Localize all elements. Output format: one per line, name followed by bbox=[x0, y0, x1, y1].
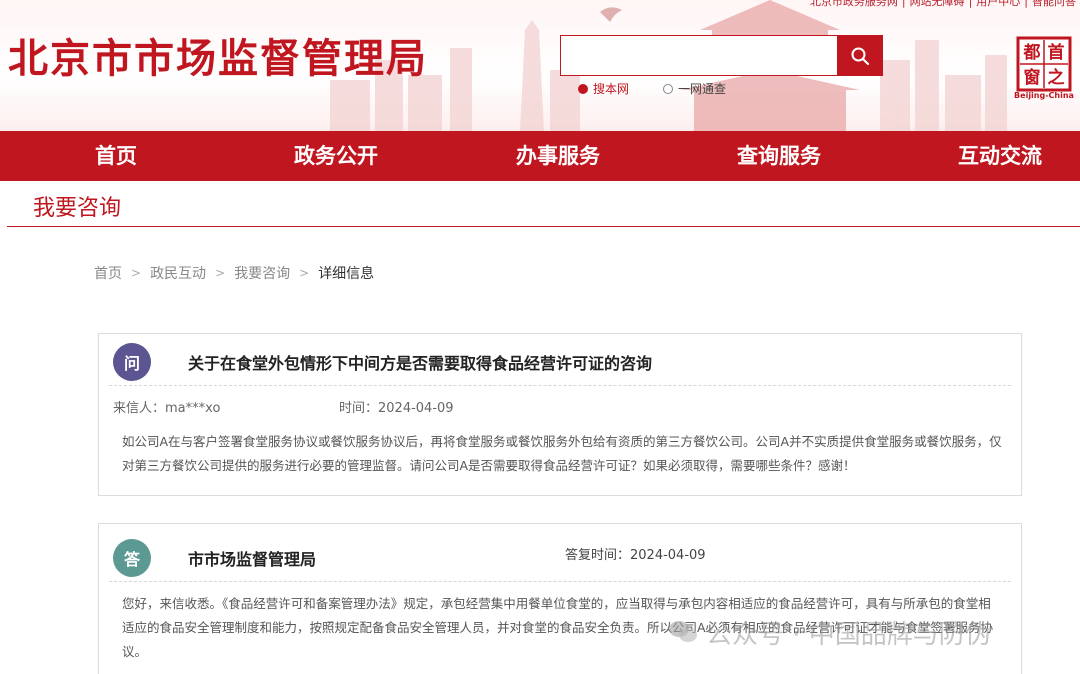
answer-org: 市市场监督管理局 bbox=[188, 550, 317, 569]
nav-item-query[interactable]: 查询服务 bbox=[737, 131, 821, 181]
scope-site-label: 搜本网 bbox=[593, 82, 630, 96]
main-nav: 首页 政务公开 办事服务 查询服务 互动交流 bbox=[0, 131, 1080, 181]
search-scope-options: 搜本网 一网通查 bbox=[578, 80, 726, 97]
site-title[interactable]: 北京市市场监督管理局 bbox=[8, 26, 428, 84]
svg-text:窗: 窗 bbox=[1024, 67, 1041, 88]
breadcrumb-separator-icon: > bbox=[131, 266, 142, 280]
top-links: 北京市政务服务网 | 网站无障碍 | 用户中心 | 智能问答 bbox=[806, 0, 1080, 8]
scope-all-radio[interactable]: 一网通查 bbox=[663, 80, 726, 97]
breadcrumb-home[interactable]: 首页 bbox=[94, 263, 122, 283]
page-title: 我要咨询 bbox=[33, 196, 122, 221]
top-link-smart-qa[interactable]: 智能问答 bbox=[1028, 0, 1080, 8]
question-divider bbox=[109, 385, 1011, 386]
answer-time-label: 答复时间： bbox=[565, 548, 631, 563]
answer-time-value: 2024-04-09 bbox=[630, 548, 706, 563]
top-link-accessibility[interactable]: 网站无障碍 bbox=[906, 0, 969, 8]
time-label: 时间： bbox=[339, 401, 379, 416]
nav-item-home[interactable]: 首页 bbox=[95, 131, 137, 181]
svg-text:之: 之 bbox=[1048, 67, 1065, 88]
breadcrumb-separator-icon: > bbox=[215, 266, 226, 280]
answer-time: 答复时间：2024-04-09 bbox=[565, 544, 706, 563]
question-time: 时间：2024-04-09 bbox=[339, 397, 454, 416]
breadcrumb-interaction[interactable]: 政民互动 bbox=[150, 263, 206, 283]
svg-text:首: 首 bbox=[1048, 42, 1065, 63]
heading-divider bbox=[7, 226, 1080, 227]
top-link-user-center[interactable]: 用户中心 bbox=[972, 0, 1024, 8]
question-card: 问 关于在食堂外包情形下中间方是否需要取得食品经营许可证的咨询 来信人：ma**… bbox=[98, 333, 1022, 496]
nav-item-gov-affairs[interactable]: 政务公开 bbox=[294, 131, 378, 181]
question-badge: 问 bbox=[113, 343, 151, 381]
site-header: 北京市政务服务网 | 网站无障碍 | 用户中心 | 智能问答 北京市市场监督管理局 搜本网 … bbox=[0, 0, 1080, 131]
scope-all-label: 一网通查 bbox=[678, 82, 727, 96]
scope-site-radio[interactable]: 搜本网 bbox=[578, 80, 629, 97]
search-box bbox=[560, 35, 883, 76]
answer-badge: 答 bbox=[113, 539, 151, 577]
answer-body: 您好，来信收悉。《食品经营许可和备案管理办法》规定，承包经营集中用餐单位食堂的，… bbox=[122, 596, 994, 659]
top-link-gov-service[interactable]: 北京市政务服务网 bbox=[806, 0, 902, 8]
search-input[interactable] bbox=[561, 36, 837, 75]
answer-card: 答 市市场监督管理局 答复时间：2024-04-09 您好，来信收悉。《食品经营… bbox=[98, 523, 1022, 674]
answer-divider bbox=[109, 581, 1011, 582]
sender-label: 来信人： bbox=[113, 401, 166, 416]
nav-item-interaction[interactable]: 互动交流 bbox=[958, 131, 1042, 181]
breadcrumb-separator-icon: > bbox=[299, 266, 310, 280]
search-button[interactable] bbox=[837, 36, 882, 75]
question-title: 关于在食堂外包情形下中间方是否需要取得食品经营许可证的咨询 bbox=[188, 354, 653, 373]
sender-value: ma***xo bbox=[165, 401, 221, 416]
svg-text:都: 都 bbox=[1023, 42, 1041, 63]
time-value: 2024-04-09 bbox=[378, 401, 454, 416]
breadcrumb-consult[interactable]: 我要咨询 bbox=[234, 263, 290, 283]
breadcrumb: 首页 > 政民互动 > 我要咨询 > 详细信息 bbox=[94, 263, 374, 283]
radio-selected-icon bbox=[578, 83, 588, 94]
breadcrumb-current: 详细信息 bbox=[318, 266, 375, 282]
radio-unselected-icon bbox=[663, 83, 674, 94]
nav-item-services[interactable]: 办事服务 bbox=[516, 131, 600, 181]
search-icon bbox=[851, 47, 869, 65]
logo-caption: Beijing-China bbox=[1014, 91, 1074, 100]
question-body: 如公司A在与客户签署食堂服务协议或餐饮服务协议后，再将食堂服务或餐饮服务外包给有… bbox=[122, 434, 1002, 473]
question-sender: 来信人：ma***xo bbox=[113, 397, 220, 416]
